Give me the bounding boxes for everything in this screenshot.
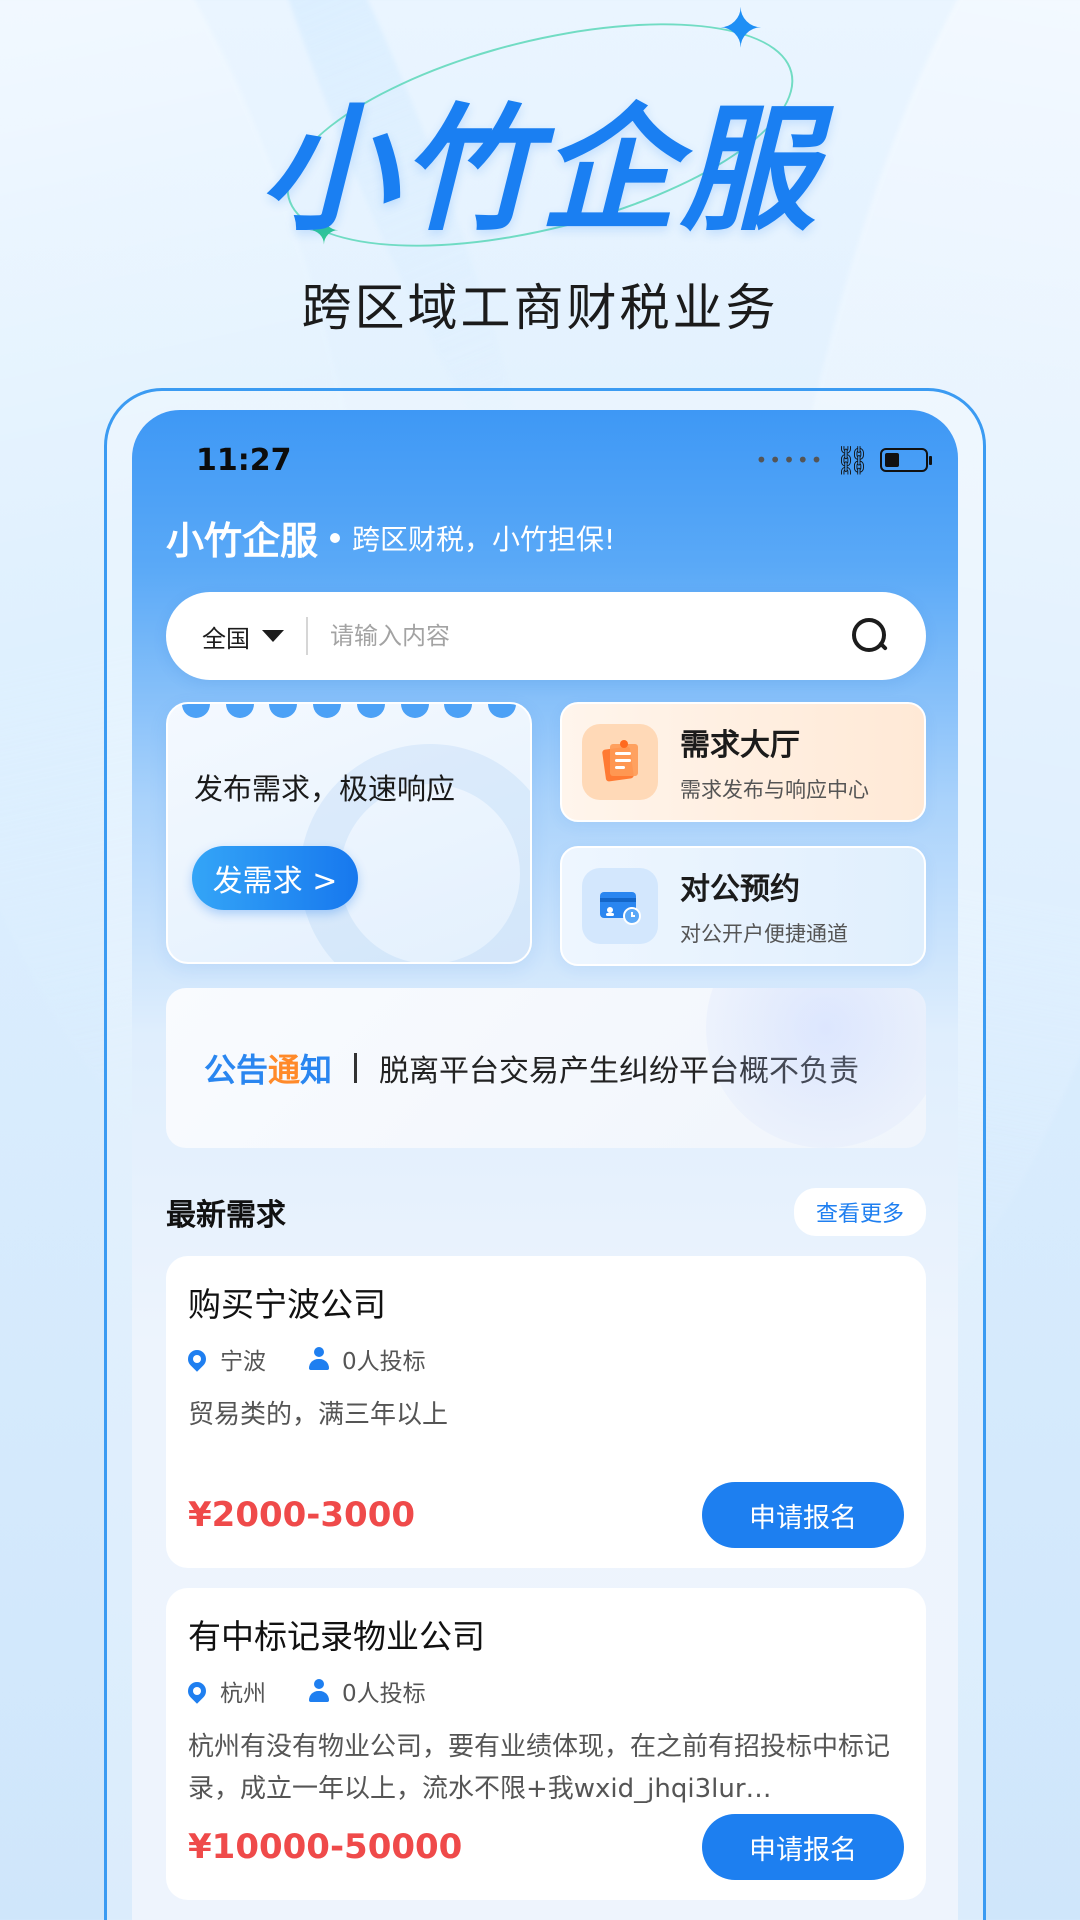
link-icon: ⛓ xyxy=(834,443,870,477)
demand-hall-desc: 需求发布与响应中心 xyxy=(680,778,869,802)
demand-hall-card[interactable]: 需求大厅 需求发布与响应中心 xyxy=(560,702,926,822)
demand-footer: ¥10000-50000 申请报名 xyxy=(188,1814,904,1880)
scallop-decoration xyxy=(182,704,516,718)
demand-city: 杭州 xyxy=(220,1681,266,1707)
region-label: 全国 xyxy=(202,624,250,653)
search-bar: 全国 xyxy=(166,592,926,680)
caret-down-icon xyxy=(262,630,284,642)
demand-footer: ¥2000-3000 申请报名 xyxy=(188,1482,904,1548)
hero-subtitle: 跨区域工商财税业务 xyxy=(301,279,779,337)
demand-card[interactable]: 购买宁波公司 宁波 0人投标 贸易类的，满三年以上 ¥2000-3000 申请报… xyxy=(166,1256,926,1568)
person-icon xyxy=(308,1347,330,1371)
demand-desc: 杭州有没有物业公司，要有业绩体现，在之前有招投标中标记录，成立一年以上，流水不限… xyxy=(188,1732,891,1804)
notice-banner[interactable]: 公告通知 脱离平台交易产生纠纷平台概不负责 xyxy=(166,988,926,1148)
promo-hero: ✦ ✦ 小竹企服 跨区域工商财税业务 xyxy=(0,0,1080,380)
location-pin-icon xyxy=(184,1346,210,1372)
apply-button[interactable]: 申请报名 xyxy=(702,1482,904,1548)
search-input[interactable] xyxy=(330,622,850,650)
appointment-title: 对公预约 xyxy=(680,872,800,907)
publish-text: 发布需求，极速响应 xyxy=(194,772,456,806)
hero-title: 小竹企服 xyxy=(260,92,820,250)
status-bar: 11:27 ••••• ⛓ xyxy=(196,440,932,480)
app-slogan: 跨区财税，小竹担保! xyxy=(352,522,616,556)
demand-meta: 杭州 0人投标 xyxy=(184,1674,904,1708)
section-title: 最新需求 xyxy=(166,1198,286,1233)
signal-icon: ••••• xyxy=(755,448,825,472)
publish-demand-card[interactable]: 发布需求，极速响应 发需求 > xyxy=(166,702,532,964)
demand-title: 有中标记录物业公司 xyxy=(188,1617,485,1656)
view-more-button[interactable]: 查看更多 xyxy=(793,1188,926,1236)
demand-card[interactable]: 有中标记录物业公司 杭州 0人投标 杭州有没有物业公司，要有业绩体现，在之前有招… xyxy=(166,1588,926,1900)
status-icons: ••••• ⛓ xyxy=(755,443,932,477)
demand-meta: 宁波 0人投标 xyxy=(184,1342,904,1376)
demand-desc: 贸易类的，满三年以上 xyxy=(188,1400,449,1430)
phone-screen: 11:27 ••••• ⛓ 小竹企服 跨区财税，小竹担保! 全国 发布需求，极速… xyxy=(132,410,958,1920)
appointment-desc: 对公开户便捷通道 xyxy=(680,922,848,946)
app-brand: 小竹企服 xyxy=(166,519,319,563)
divider xyxy=(354,1053,358,1083)
region-selector[interactable]: 全国 xyxy=(202,619,284,654)
corporate-appointment-card[interactable]: 对公预约 对公开户便捷通道 xyxy=(560,846,926,966)
demand-price: ¥2000-3000 xyxy=(188,1495,416,1535)
demand-city: 宁波 xyxy=(220,1349,266,1375)
app-header: 小竹企服 跨区财税，小竹担保! xyxy=(166,510,615,565)
status-time: 11:27 xyxy=(196,442,292,478)
separator-dot xyxy=(330,532,341,543)
notice-text: 脱离平台交易产生纠纷平台概不负责 xyxy=(379,1054,860,1089)
clipboard-icon xyxy=(582,724,658,800)
divider xyxy=(306,617,308,655)
notice-tag: 公告通知 xyxy=(204,1051,333,1089)
search-icon[interactable] xyxy=(850,616,890,656)
demand-hall-title: 需求大厅 xyxy=(680,728,800,763)
demand-price: ¥10000-50000 xyxy=(188,1827,463,1867)
demand-bids: 0人投标 xyxy=(342,1681,426,1707)
latest-demands-header: 最新需求 查看更多 xyxy=(166,1188,926,1236)
demand-bids: 0人投标 xyxy=(342,1349,426,1375)
battery-icon xyxy=(880,448,932,472)
location-pin-icon xyxy=(184,1678,210,1704)
sparkle-icon: ✦ xyxy=(718,0,764,60)
person-icon xyxy=(308,1679,330,1703)
bank-card-icon xyxy=(582,868,658,944)
demand-title: 购买宁波公司 xyxy=(188,1285,386,1324)
publish-demand-button[interactable]: 发需求 > xyxy=(192,846,358,910)
apply-button[interactable]: 申请报名 xyxy=(702,1814,904,1880)
